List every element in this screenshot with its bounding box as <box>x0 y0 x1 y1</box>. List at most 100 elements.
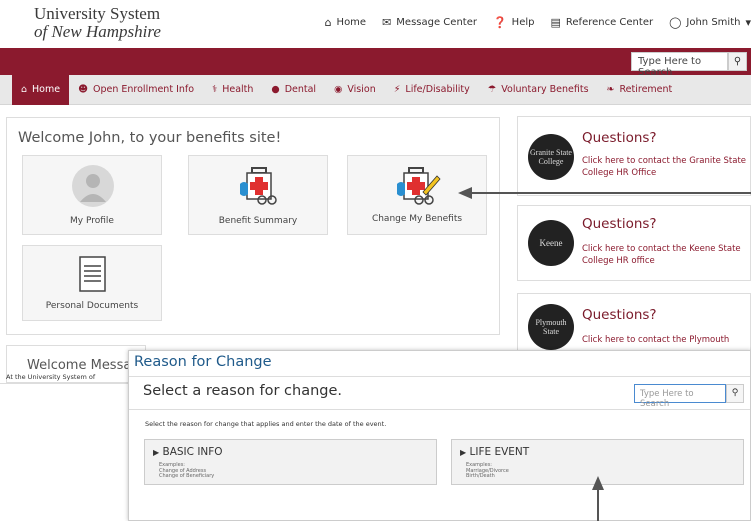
usnh-logo[interactable]: University System of New Hampshire <box>34 5 161 41</box>
welcome-title: Welcome John, to your benefits site! <box>18 130 282 146</box>
top-nav-messages-label: Message Center <box>396 17 477 28</box>
user-name: John Smith <box>686 17 741 28</box>
modal-instruction: Select the reason for change that applie… <box>145 420 387 428</box>
contact-granite-state-link[interactable]: Click here to contact the Granite State … <box>582 155 751 179</box>
caret-right-icon: ▶ <box>460 448 467 457</box>
home-icon: ⌂ <box>21 84 28 95</box>
top-nav-home-label: Home <box>336 17 367 28</box>
book-icon: ▤ <box>550 16 561 29</box>
modal-search: Type Here to Search ⚲ <box>634 384 744 409</box>
callout-arrowhead-up <box>592 476 604 490</box>
question-icon: ❓ <box>492 16 507 29</box>
nav-home[interactable]: ⌂ Home <box>12 74 70 105</box>
keene-state-logo: Keene <box>528 220 574 266</box>
search-icon: ⚲ <box>731 388 739 398</box>
modal-search-button[interactable]: ⚲ <box>726 384 744 403</box>
contact-plymouth-state: Plymouth State Questions? Click here to … <box>517 293 751 353</box>
tile-benefit-summary-label: Benefit Summary <box>218 216 298 226</box>
umbrella-icon: ☂ <box>487 84 497 95</box>
nav-vision-label: Vision <box>347 84 376 95</box>
contact-keene-state-link[interactable]: Click here to contact the Keene State Co… <box>582 243 751 267</box>
divider <box>0 383 128 384</box>
caret-right-icon: ▶ <box>153 448 160 457</box>
search-input[interactable]: Type Here to Search <box>631 52 728 78</box>
nav-retirement-label: Retirement <box>619 84 673 95</box>
nav-voluntary-benefits-label: Voluntary Benefits <box>501 84 589 95</box>
granite-state-logo: Granite State College <box>528 134 574 180</box>
granite-state-logo-text: Granite State College <box>530 148 572 166</box>
nav-life-disability-label: Life/Disability <box>405 84 470 95</box>
basic-info-option[interactable]: ▶ BASIC INFO Examples: Change of Address… <box>144 439 437 485</box>
life-event-title: ▶ LIFE EVENT <box>460 446 529 458</box>
top-nav: ⌂ Home ✉ Message Center ❓ Help ▤ Referen… <box>325 17 751 28</box>
top-bar: University System of New Hampshire ⌂ Hom… <box>0 0 751 48</box>
bolt-icon: ⚡ <box>393 84 401 95</box>
nav-health-label: Health <box>222 84 254 95</box>
nav-home-label: Home <box>32 84 61 95</box>
nav-open-enrollment-label: Open Enrollment Info <box>93 84 195 95</box>
modal-header: Reason for Change <box>129 351 750 377</box>
envelope-icon: ✉ <box>382 16 392 29</box>
nav-dental-label: Dental <box>284 84 317 95</box>
leaf-icon: ❧ <box>606 84 615 95</box>
document-icon <box>79 256 106 292</box>
questions-heading: Questions? <box>582 130 657 146</box>
main-nav: ⌂ Home ☻ Open Enrollment Info ⚕ Health ●… <box>0 74 751 105</box>
search-icon: ⚲ <box>733 56 742 67</box>
top-nav-reference-label: Reference Center <box>565 17 654 28</box>
callout-arrow-line-vertical <box>597 488 599 521</box>
logo-line2: of New Hampshire <box>34 22 161 41</box>
plymouth-state-logo-text: Plymouth State <box>535 318 567 336</box>
callout-arrowhead-left <box>458 187 472 199</box>
tile-my-profile[interactable]: My Profile <box>22 155 162 235</box>
plymouth-state-logo: Plymouth State <box>528 304 574 350</box>
top-nav-home[interactable]: ⌂ Home <box>325 17 367 28</box>
questions-heading: Questions? <box>582 307 657 323</box>
reason-for-change-modal: Reason for Change Select a reason for ch… <box>128 350 751 521</box>
modal-subtitle: Select a reason for change. <box>143 383 343 399</box>
contact-granite-state: Granite State College Questions? Click h… <box>517 116 751 196</box>
nav-dental[interactable]: ● Dental <box>262 75 325 105</box>
logo-line1: University System <box>34 4 161 23</box>
user-menu[interactable]: ◯ John Smith ▾ <box>669 17 751 28</box>
welcome-message-title: Welcome Messag <box>27 358 140 373</box>
user-icon: ◯ <box>669 16 682 29</box>
tile-my-profile-label: My Profile <box>70 216 114 226</box>
tile-benefit-summary[interactable]: Benefit Summary <box>188 155 328 235</box>
tile-personal-documents[interactable]: Personal Documents <box>22 245 162 321</box>
life-event-examples: Examples: Marriage/Divorce Birth/Death <box>466 462 509 479</box>
modal-title: Reason for Change <box>134 354 272 370</box>
top-nav-help-label: Help <box>511 17 535 28</box>
welcome-panel: Welcome John, to your benefits site! My … <box>6 117 500 335</box>
search-button[interactable]: ⚲ <box>728 52 747 71</box>
caret-down-icon: ▾ <box>745 16 751 29</box>
modal-search-input[interactable]: Type Here to Search <box>634 384 726 409</box>
questions-heading: Questions? <box>582 216 657 232</box>
nav-retirement[interactable]: ❧ Retirement <box>598 75 682 105</box>
edit-benefits-icon <box>397 167 441 205</box>
home-icon: ⌂ <box>324 16 332 29</box>
basic-info-title: ▶ BASIC INFO <box>153 446 223 458</box>
brand-bar: Type Here to Search ⚲ <box>0 48 751 78</box>
stethoscope-icon: ⚕ <box>212 84 218 95</box>
site-search: Type Here to Search ⚲ <box>631 52 747 78</box>
basic-info-label: BASIC INFO <box>162 446 223 458</box>
contact-keene-state: Keene Questions? Click here to contact t… <box>517 205 751 281</box>
top-nav-messages[interactable]: ✉ Message Center <box>382 17 477 28</box>
welcome-message-text: At the University System of <box>6 373 96 381</box>
eye-icon: ◉ <box>334 84 343 95</box>
tile-personal-documents-label: Personal Documents <box>45 301 139 311</box>
keene-state-logo-text: Keene <box>539 238 563 248</box>
nav-vision[interactable]: ◉ Vision <box>325 75 385 105</box>
nav-voluntary-benefits[interactable]: ☂ Voluntary Benefits <box>479 75 598 105</box>
contact-plymouth-state-link[interactable]: Click here to contact the Plymouth <box>582 334 751 346</box>
nav-life-disability[interactable]: ⚡ Life/Disability <box>385 75 479 105</box>
apple-icon: ● <box>271 84 280 95</box>
top-nav-reference[interactable]: ▤ Reference Center <box>550 17 653 28</box>
callout-arrow-line <box>470 192 751 194</box>
nav-health[interactable]: ⚕ Health <box>203 75 262 105</box>
modal-divider <box>129 409 750 410</box>
top-nav-help[interactable]: ❓ Help <box>493 17 535 28</box>
nav-open-enrollment[interactable]: ☻ Open Enrollment Info <box>69 75 203 105</box>
tile-change-my-benefits-label: Change My Benefits <box>371 214 463 224</box>
